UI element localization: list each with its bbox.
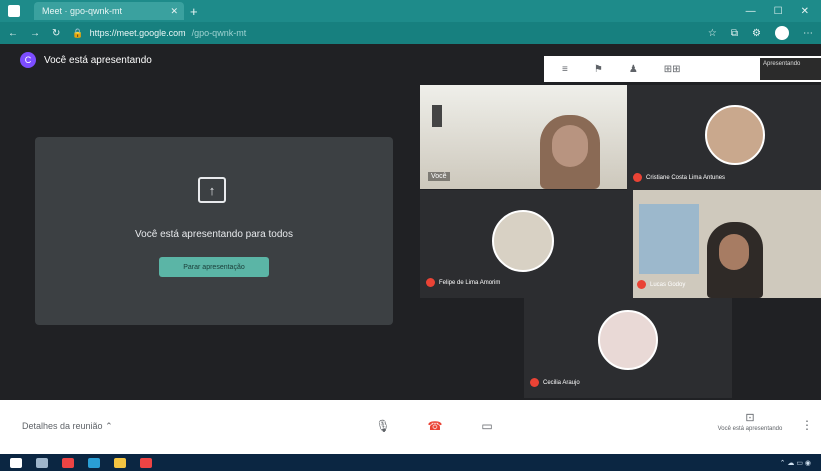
url-field[interactable]: 🔒 https://meet.google.com /gpo-qwnk-mt [72, 28, 246, 39]
file-explorer-icon[interactable] [114, 457, 126, 468]
participant-avatar [492, 210, 554, 272]
participant-name: Lucas Godoy [650, 281, 686, 288]
mic-off-icon [530, 378, 539, 387]
presenting-label: Você está apresentando [44, 54, 152, 66]
hang-up-icon[interactable]: ☎ [422, 415, 448, 437]
toolbar-number: ⊞⊞ [663, 63, 681, 75]
window-shape [639, 204, 699, 274]
participant-name: Cristiane Costa Lima Antunes [646, 174, 726, 181]
tab-title: Meet · gpo-qwnk-mt [42, 6, 123, 16]
meet-stage: C Você está apresentando ↑ Você está apr… [0, 44, 821, 400]
user-avatar[interactable]: C [20, 52, 36, 68]
participant-face [719, 234, 749, 270]
presenting-header: C Você está apresentando [20, 52, 152, 68]
participant-tile[interactable]: Lucas Godoy [633, 190, 821, 298]
pin-icon[interactable]: ⚑ [594, 64, 603, 75]
camera-icon[interactable]: ▭ [474, 415, 500, 437]
captions-icon[interactable]: ≡ [562, 64, 568, 75]
present-now-button[interactable]: ⊡ Você está apresentando [702, 411, 798, 432]
participant-label: Cristiane Costa Lima Antunes [633, 173, 725, 182]
mic-off-icon [426, 278, 435, 287]
participant-avatar [705, 105, 765, 165]
stop-presenting-button[interactable]: Parar apresentação [159, 257, 269, 277]
participant-avatar [598, 310, 658, 370]
participant-name: Você [428, 172, 450, 181]
windows-taskbar: ⌃ ☁ ▭ ◉ [0, 454, 821, 471]
participant-tile[interactable]: Cecilia Araujo [524, 298, 732, 398]
browser-menu-icon[interactable] [8, 5, 20, 17]
close-window-icon[interactable]: ✕ [801, 6, 809, 17]
profile-avatar[interactable] [775, 26, 789, 40]
participant-tile[interactable]: Você [420, 85, 627, 189]
microphone-icon[interactable]: 🎙 [370, 415, 396, 437]
back-icon[interactable]: ← [8, 28, 18, 39]
forward-icon[interactable]: → [30, 28, 40, 39]
presenting-to-all-text: Você está apresentando para todos [135, 229, 293, 240]
participant-label: Lucas Godoy [637, 280, 685, 289]
tray-icons[interactable]: ⌃ ☁ ▭ ◉ [780, 459, 811, 467]
window-controls: — ☐ ✕ [746, 6, 809, 17]
meeting-controls-bar: Detalhes da reunião ⌃ 🎙 ☎ ▭ ⊡ Você está … [0, 400, 821, 454]
call-controls: 🎙 ☎ ▭ [370, 415, 500, 437]
url-path: /gpo-qwnk-mt [191, 28, 247, 38]
edge-icon[interactable] [88, 457, 100, 468]
participant-name: Felipe de Lima Amorim [439, 279, 501, 286]
more-menu-icon[interactable]: ⋯ [803, 28, 813, 39]
participant-tile[interactable]: Felipe de Lima Amorim [420, 190, 633, 298]
participant-label: Cecilia Araujo [530, 378, 580, 387]
present-icon: ⊡ [745, 412, 755, 424]
url-domain: https://meet.google.com [89, 28, 186, 38]
close-tab-icon[interactable]: ✕ [170, 6, 178, 17]
mic-off-icon [637, 280, 646, 289]
participant-face [552, 125, 588, 167]
app-icon[interactable] [140, 457, 152, 468]
browser-actions: ☆ ⧉ ⚙ ⋯ [708, 26, 813, 40]
participant-name: Cecilia Araujo [543, 379, 580, 386]
start-icon[interactable] [10, 457, 22, 468]
chevron-up-icon: ⌃ [105, 421, 113, 431]
extensions-icon[interactable]: ⚙ [752, 28, 761, 39]
lock-icon: 🔒 [72, 27, 84, 38]
task-view-icon[interactable] [36, 457, 48, 468]
participant-label: Felipe de Lima Amorim [426, 278, 500, 287]
browser-tab[interactable]: Meet · gpo-qwnk-mt ✕ [34, 2, 184, 20]
lamp-shape [432, 105, 442, 127]
meeting-details-label: Detalhes da reunião [22, 421, 103, 431]
browser-tab-bar: Meet · gpo-qwnk-mt ✕ + — ☐ ✕ [0, 0, 821, 22]
system-tray: ⌃ ☁ ▭ ◉ [780, 459, 811, 467]
minimize-icon[interactable]: — [746, 6, 756, 17]
mic-off-icon [633, 173, 642, 182]
presentation-toolbar: ≡ ⚑ ♟ ⊞⊞ Apresentando [544, 56, 821, 82]
star-icon[interactable]: ☆ [708, 28, 717, 39]
people-icon[interactable]: ♟ [629, 64, 638, 75]
present-now-label: Você está apresentando [717, 426, 783, 432]
presentation-card: ↑ Você está apresentando para todos Para… [35, 137, 393, 325]
reload-icon[interactable]: ↻ [52, 28, 60, 39]
address-bar: ← → ↻ 🔒 https://meet.google.com /gpo-qwn… [0, 22, 821, 44]
collections-icon[interactable]: ⧉ [731, 28, 738, 39]
meeting-details-button[interactable]: Detalhes da reunião ⌃ [22, 421, 113, 432]
more-options-icon[interactable]: ⋮ [801, 418, 813, 432]
chrome-icon[interactable] [62, 457, 74, 468]
presentation-thumbnail[interactable]: Apresentando [760, 58, 821, 80]
new-tab-icon[interactable]: + [190, 4, 198, 19]
maximize-icon[interactable]: ☐ [774, 6, 783, 17]
present-screen-icon: ↑ [198, 177, 226, 203]
